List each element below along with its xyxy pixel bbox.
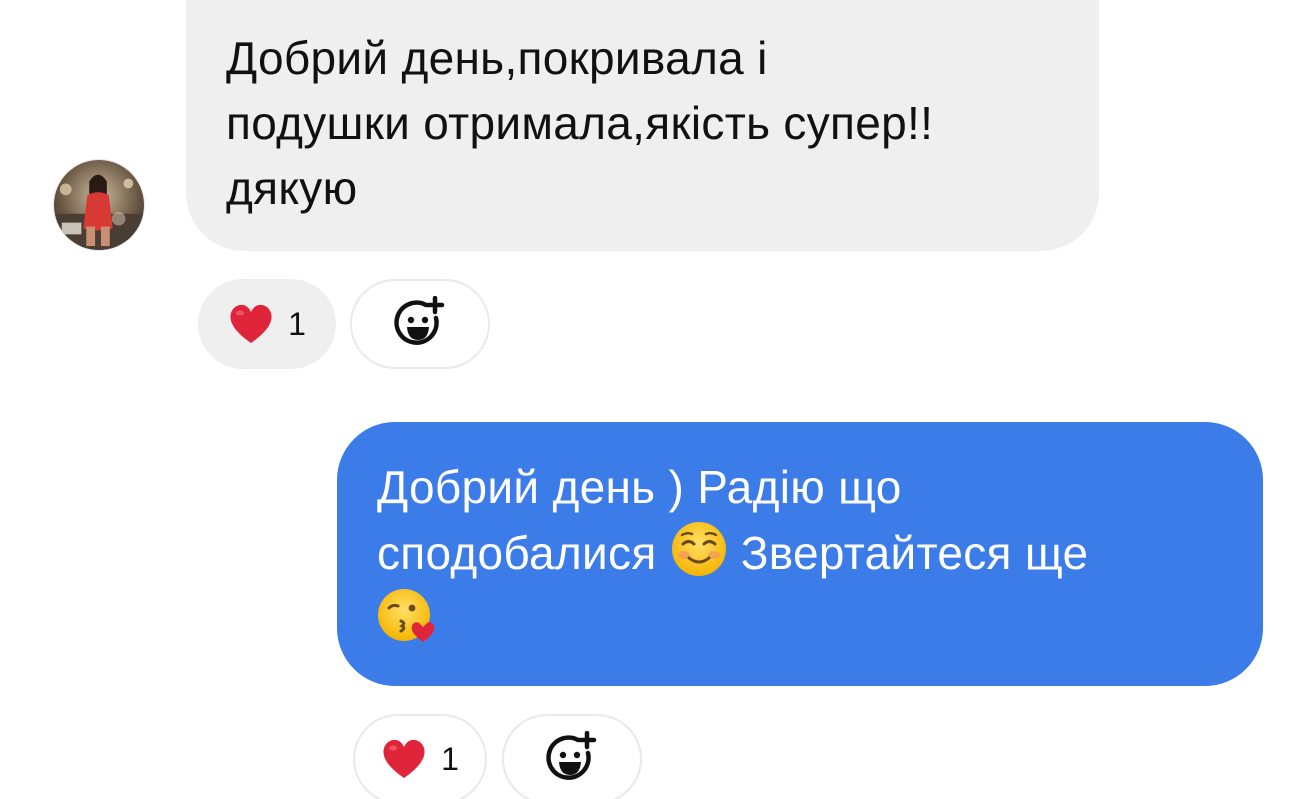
kissing-face-with-heart-icon <box>377 586 435 644</box>
add-reaction-button[interactable] <box>350 279 490 369</box>
outgoing-message-bubble[interactable]: Добрий день ) Радію що сподобалися Зверт… <box>337 422 1263 686</box>
smiling-face-icon <box>670 520 728 578</box>
chat-thread: Добрий день,покривала і подушки отримала… <box>0 0 1290 799</box>
incoming-heart-reaction[interactable]: 1 <box>198 279 336 369</box>
avatar-photo <box>54 160 144 250</box>
outgoing-line-1: Добрий день ) Радію що <box>377 461 902 513</box>
add-reaction-button[interactable] <box>502 714 642 799</box>
outgoing-heart-reaction[interactable]: 1 <box>353 714 487 799</box>
sender-avatar[interactable] <box>53 159 145 251</box>
heart-icon <box>230 304 272 343</box>
outgoing-line-2-start: сподобалися <box>377 527 657 579</box>
reaction-count: 1 <box>288 305 306 342</box>
heart-icon <box>383 739 425 778</box>
add-emoji-icon <box>546 731 597 780</box>
add-emoji-icon <box>394 296 445 345</box>
outgoing-message-text: Добрий день ) Радію що сподобалися Зверт… <box>377 455 1223 652</box>
incoming-message-text: Добрий день,покривала і подушки отримала… <box>226 32 934 214</box>
reaction-count: 1 <box>441 740 459 777</box>
incoming-message-bubble[interactable]: Добрий день,покривала і подушки отримала… <box>186 0 1099 251</box>
outgoing-line-2-end: Звертайтеся ще <box>740 527 1089 579</box>
